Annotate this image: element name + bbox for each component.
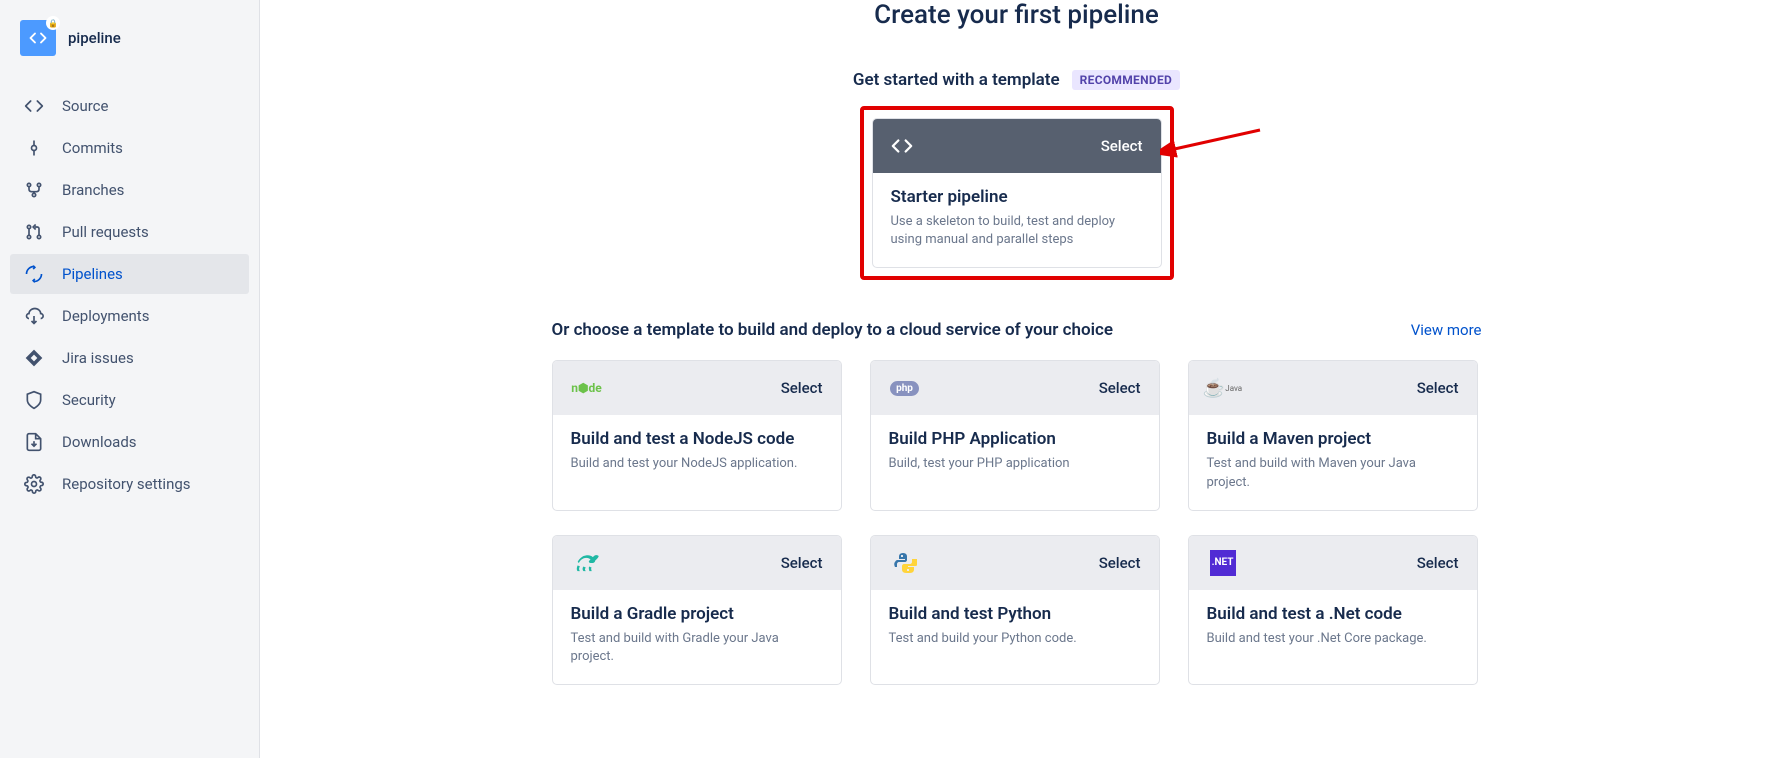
sidebar-item-label: Downloads xyxy=(62,433,137,451)
card-header: Select xyxy=(553,536,841,590)
card-body: Build and test a NodeJS code Build and t… xyxy=(553,415,841,491)
sidebar-item-source[interactable]: Source xyxy=(10,86,249,126)
template-card-php[interactable]: php Select Build PHP Application Build, … xyxy=(870,360,1160,510)
card-body: Starter pipeline Use a skeleton to build… xyxy=(873,173,1161,267)
sidebar-item-jira-issues[interactable]: Jira issues xyxy=(10,338,249,378)
card-body: Build and test Python Test and build you… xyxy=(871,590,1159,666)
select-button[interactable]: Select xyxy=(1099,554,1141,572)
sidebar-item-label: Commits xyxy=(62,139,123,157)
sidebar-item-label: Jira issues xyxy=(62,349,134,367)
card-title: Build and test a .Net code xyxy=(1207,604,1459,624)
code-icon xyxy=(891,135,913,157)
sidebar-item-label: Source xyxy=(62,97,108,115)
card-description: Test and build with Maven your Java proj… xyxy=(1207,455,1459,491)
project-header[interactable]: 🔒 pipeline xyxy=(10,20,249,56)
select-button[interactable]: Select xyxy=(781,379,823,397)
sidebar-item-label: Branches xyxy=(62,181,124,199)
starter-pipeline-card[interactable]: Select Starter pipeline Use a skeleton t… xyxy=(872,118,1162,268)
template-card-maven[interactable]: ☕Java Select Build a Maven project Test … xyxy=(1188,360,1478,510)
page-title: Create your first pipeline xyxy=(300,0,1733,30)
sidebar-item-label: Repository settings xyxy=(62,475,191,493)
pipelines-icon xyxy=(22,264,46,284)
card-description: Build and test your .Net Core package. xyxy=(1207,630,1459,648)
card-body: Build a Maven project Test and build wit… xyxy=(1189,415,1477,509)
card-header: php Select xyxy=(871,361,1159,415)
sidebar-item-label: Deployments xyxy=(62,307,149,325)
downloads-icon xyxy=(22,432,46,452)
sidebar-item-repo-settings[interactable]: Repository settings xyxy=(10,464,249,504)
template-card-gradle[interactable]: Select Build a Gradle project Test and b… xyxy=(552,535,842,685)
card-header: n⬢de Select xyxy=(553,361,841,415)
commits-icon xyxy=(22,138,46,158)
gear-icon xyxy=(22,474,46,494)
shield-icon xyxy=(22,390,46,410)
php-icon: php xyxy=(889,377,921,399)
card-description: Test and build your Python code. xyxy=(889,630,1141,648)
select-button[interactable]: Select xyxy=(1101,137,1143,155)
sidebar-item-deployments[interactable]: Deployments xyxy=(10,296,249,336)
card-title: Build a Gradle project xyxy=(571,604,823,624)
jira-icon xyxy=(22,348,46,368)
nodejs-icon: n⬢de xyxy=(571,377,603,399)
templates-section: Or choose a template to build and deploy… xyxy=(552,320,1482,685)
templates-header: Or choose a template to build and deploy… xyxy=(552,320,1482,340)
maven-icon: ☕Java xyxy=(1207,377,1239,399)
project-name: pipeline xyxy=(68,29,121,47)
card-description: Build and test your NodeJS application. xyxy=(571,455,823,473)
card-title: Build and test a NodeJS code xyxy=(571,429,823,449)
card-body: Build and test a .Net code Build and tes… xyxy=(1189,590,1477,666)
templates-grid: n⬢de Select Build and test a NodeJS code… xyxy=(552,360,1482,685)
card-description: Test and build with Gradle your Java pro… xyxy=(571,630,823,666)
dotnet-icon: .NET xyxy=(1207,552,1239,574)
main-content: Create your first pipeline Get started w… xyxy=(260,0,1773,758)
project-avatar: 🔒 xyxy=(20,20,56,56)
card-header: ☕Java Select xyxy=(1189,361,1477,415)
branches-icon xyxy=(22,180,46,200)
sidebar-item-pipelines[interactable]: Pipelines xyxy=(10,254,249,294)
select-button[interactable]: Select xyxy=(1099,379,1141,397)
select-button[interactable]: Select xyxy=(781,554,823,572)
card-title: Build and test Python xyxy=(889,604,1141,624)
card-description: Build, test your PHP application xyxy=(889,455,1141,473)
card-body: Build a Gradle project Test and build wi… xyxy=(553,590,841,684)
template-card-dotnet[interactable]: .NET Select Build and test a .Net code B… xyxy=(1188,535,1478,685)
select-button[interactable]: Select xyxy=(1417,379,1459,397)
sidebar-item-pull-requests[interactable]: Pull requests xyxy=(10,212,249,252)
card-header: Select xyxy=(871,536,1159,590)
featured-highlight-annotation: Select Starter pipeline Use a skeleton t… xyxy=(860,106,1174,280)
arrow-annotation xyxy=(1160,120,1270,170)
sidebar-item-commits[interactable]: Commits xyxy=(10,128,249,168)
card-title: Starter pipeline xyxy=(891,187,1143,207)
code-icon xyxy=(22,96,46,116)
template-card-python[interactable]: Select Build and test Python Test and bu… xyxy=(870,535,1160,685)
view-more-link[interactable]: View more xyxy=(1411,321,1482,339)
sidebar: 🔒 pipeline Source Commits Branches Pull … xyxy=(0,0,260,758)
select-button[interactable]: Select xyxy=(1417,554,1459,572)
sidebar-item-label: Pipelines xyxy=(62,265,123,283)
sidebar-item-downloads[interactable]: Downloads xyxy=(10,422,249,462)
lock-icon: 🔒 xyxy=(46,16,60,30)
deployments-icon xyxy=(22,306,46,326)
gradle-icon xyxy=(571,552,603,574)
card-header: Select xyxy=(873,119,1161,173)
sidebar-item-label: Security xyxy=(62,391,116,409)
card-description: Use a skeleton to build, test and deploy… xyxy=(891,213,1143,249)
featured-section-label: Get started with a template xyxy=(853,70,1060,90)
pull-requests-icon xyxy=(22,222,46,242)
card-body: Build PHP Application Build, test your P… xyxy=(871,415,1159,491)
card-title: Build a Maven project xyxy=(1207,429,1459,449)
sidebar-item-security[interactable]: Security xyxy=(10,380,249,420)
recommended-badge: RECOMMENDED xyxy=(1072,70,1180,90)
sidebar-item-label: Pull requests xyxy=(62,223,149,241)
card-header: .NET Select xyxy=(1189,536,1477,590)
featured-wrapper: Select Starter pipeline Use a skeleton t… xyxy=(300,106,1733,280)
card-title: Build PHP Application xyxy=(889,429,1141,449)
python-icon xyxy=(889,552,921,574)
template-card-nodejs[interactable]: n⬢de Select Build and test a NodeJS code… xyxy=(552,360,842,510)
sidebar-item-branches[interactable]: Branches xyxy=(10,170,249,210)
featured-section-header: Get started with a template RECOMMENDED xyxy=(300,70,1733,90)
templates-section-label: Or choose a template to build and deploy… xyxy=(552,320,1114,340)
code-icon xyxy=(29,29,47,47)
